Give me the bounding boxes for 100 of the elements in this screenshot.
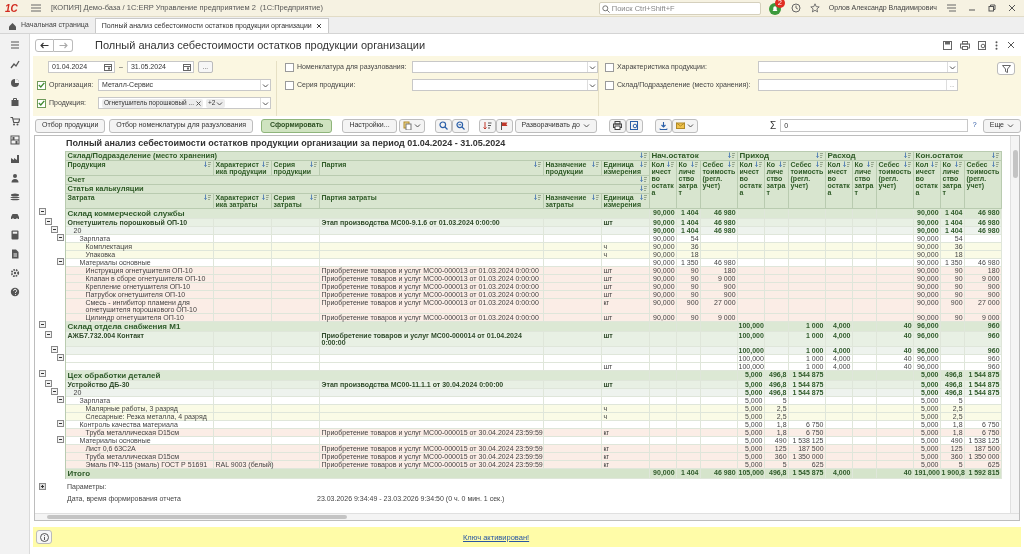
scrollbar-thumb[interactable] (1013, 150, 1018, 178)
vertical-scrollbar[interactable] (1010, 136, 1019, 513)
factory-icon[interactable] (9, 154, 20, 164)
bag-icon[interactable] (9, 97, 20, 107)
tree-toggle[interactable] (39, 208, 46, 215)
tree-toggle[interactable] (45, 380, 52, 387)
restore-icon[interactable] (988, 4, 996, 12)
help-icon[interactable] (9, 287, 20, 297)
preview-icon[interactable] (978, 40, 987, 50)
info-icon (39, 532, 49, 542)
sort-icon (639, 160, 648, 167)
scrollbar-thumb[interactable] (47, 515, 347, 519)
sort-icon (639, 193, 648, 200)
tree-toggle[interactable] (51, 346, 58, 353)
sort-icon (533, 193, 542, 200)
sort-icon (778, 160, 787, 167)
print-icon (612, 121, 622, 130)
sort-icon (815, 151, 824, 158)
print-button[interactable] (608, 118, 626, 133)
sort-icon (639, 175, 648, 182)
tree-toggle[interactable] (51, 226, 58, 233)
save-icon[interactable] (943, 40, 952, 50)
shelf-icon[interactable] (9, 135, 20, 145)
sort-icon (866, 160, 875, 167)
close-icon[interactable] (1007, 41, 1015, 49)
documents-icon (402, 121, 412, 130)
column-header[interactable]: Приход (737, 151, 826, 160)
variants-button[interactable] (398, 118, 425, 133)
checkbox[interactable] (37, 80, 46, 90)
preview-icon (629, 121, 639, 130)
sort-icon (954, 160, 963, 167)
sort-icon (991, 160, 1000, 167)
search-button[interactable] (434, 118, 452, 133)
column-header[interactable]: Кон.остаток (913, 151, 1002, 160)
caret-icon (216, 100, 224, 106)
back-button[interactable] (35, 38, 54, 52)
input-field[interactable] (412, 61, 598, 73)
car-icon[interactable] (9, 211, 20, 221)
back-arrow-icon (40, 41, 49, 49)
caret-icon (413, 123, 421, 128)
sort-icon (533, 160, 542, 167)
tree-toggle[interactable] (39, 370, 46, 377)
tree-toggle[interactable] (45, 331, 52, 338)
star-icon[interactable] (809, 3, 820, 13)
checkbox[interactable] (285, 62, 294, 72)
row-label: Цех обработки деталей (65, 370, 650, 380)
sort-icon (639, 184, 648, 191)
search-next-button[interactable] (451, 118, 469, 133)
history-icon[interactable] (790, 3, 801, 13)
sort-icon (261, 160, 270, 167)
checkbox[interactable] (285, 80, 294, 90)
chart-icon[interactable] (9, 59, 20, 69)
calendar-icon[interactable] (104, 63, 112, 71)
calculator-icon[interactable] (9, 230, 20, 240)
tree-toggle[interactable] (57, 258, 64, 265)
row-label: Склад коммерческой службы (65, 208, 650, 218)
cart-icon[interactable] (9, 116, 20, 126)
remove-icon[interactable] (195, 100, 201, 106)
tree-toggle[interactable] (57, 354, 64, 361)
coins-icon[interactable] (9, 192, 20, 202)
email-button[interactable] (671, 118, 698, 133)
info-button[interactable] (36, 530, 52, 544)
group-button[interactable] (495, 118, 513, 133)
tree-toggle[interactable] (57, 234, 64, 241)
close-icon[interactable] (1008, 4, 1016, 12)
sort-icon (690, 160, 699, 167)
caret-icon (582, 123, 590, 128)
tree-toggle[interactable] (51, 388, 58, 395)
logo[interactable]: 1С (5, 0, 25, 16)
print-icon[interactable] (960, 40, 970, 50)
tree-toggle[interactable] (45, 218, 52, 225)
preview-button[interactable] (625, 118, 643, 133)
pie-chart-icon[interactable] (9, 78, 20, 88)
tree-toggle[interactable] (57, 396, 64, 403)
close-icon[interactable] (315, 23, 322, 29)
checkbox[interactable] (37, 98, 46, 108)
search-next-icon (455, 121, 465, 130)
input-field[interactable] (758, 61, 958, 73)
column-header[interactable]: Нач.остаток (649, 151, 738, 160)
flag-icon (499, 121, 509, 130)
sort-icon (203, 160, 212, 167)
tree-toggle[interactable] (39, 321, 46, 328)
export-button[interactable] (654, 118, 672, 133)
search-icon (601, 4, 610, 13)
tree-toggle[interactable] (39, 483, 46, 491)
checkbox[interactable] (605, 80, 614, 90)
more-icon[interactable] (995, 40, 998, 50)
person-icon[interactable] (9, 173, 20, 183)
tree-toggle[interactable] (57, 436, 64, 443)
column-header[interactable]: Расход (825, 151, 914, 160)
filter-button[interactable] (997, 62, 1015, 75)
document-icon[interactable] (9, 249, 20, 259)
checkbox[interactable] (605, 62, 614, 72)
sort-icon (203, 193, 212, 200)
horizontal-scrollbar[interactable] (35, 513, 1019, 520)
sort-icon (591, 193, 600, 200)
search-icon (438, 121, 448, 130)
input-field[interactable] (412, 79, 598, 91)
tree-toggle[interactable] (57, 420, 64, 427)
calendar-icon[interactable] (182, 63, 191, 71)
